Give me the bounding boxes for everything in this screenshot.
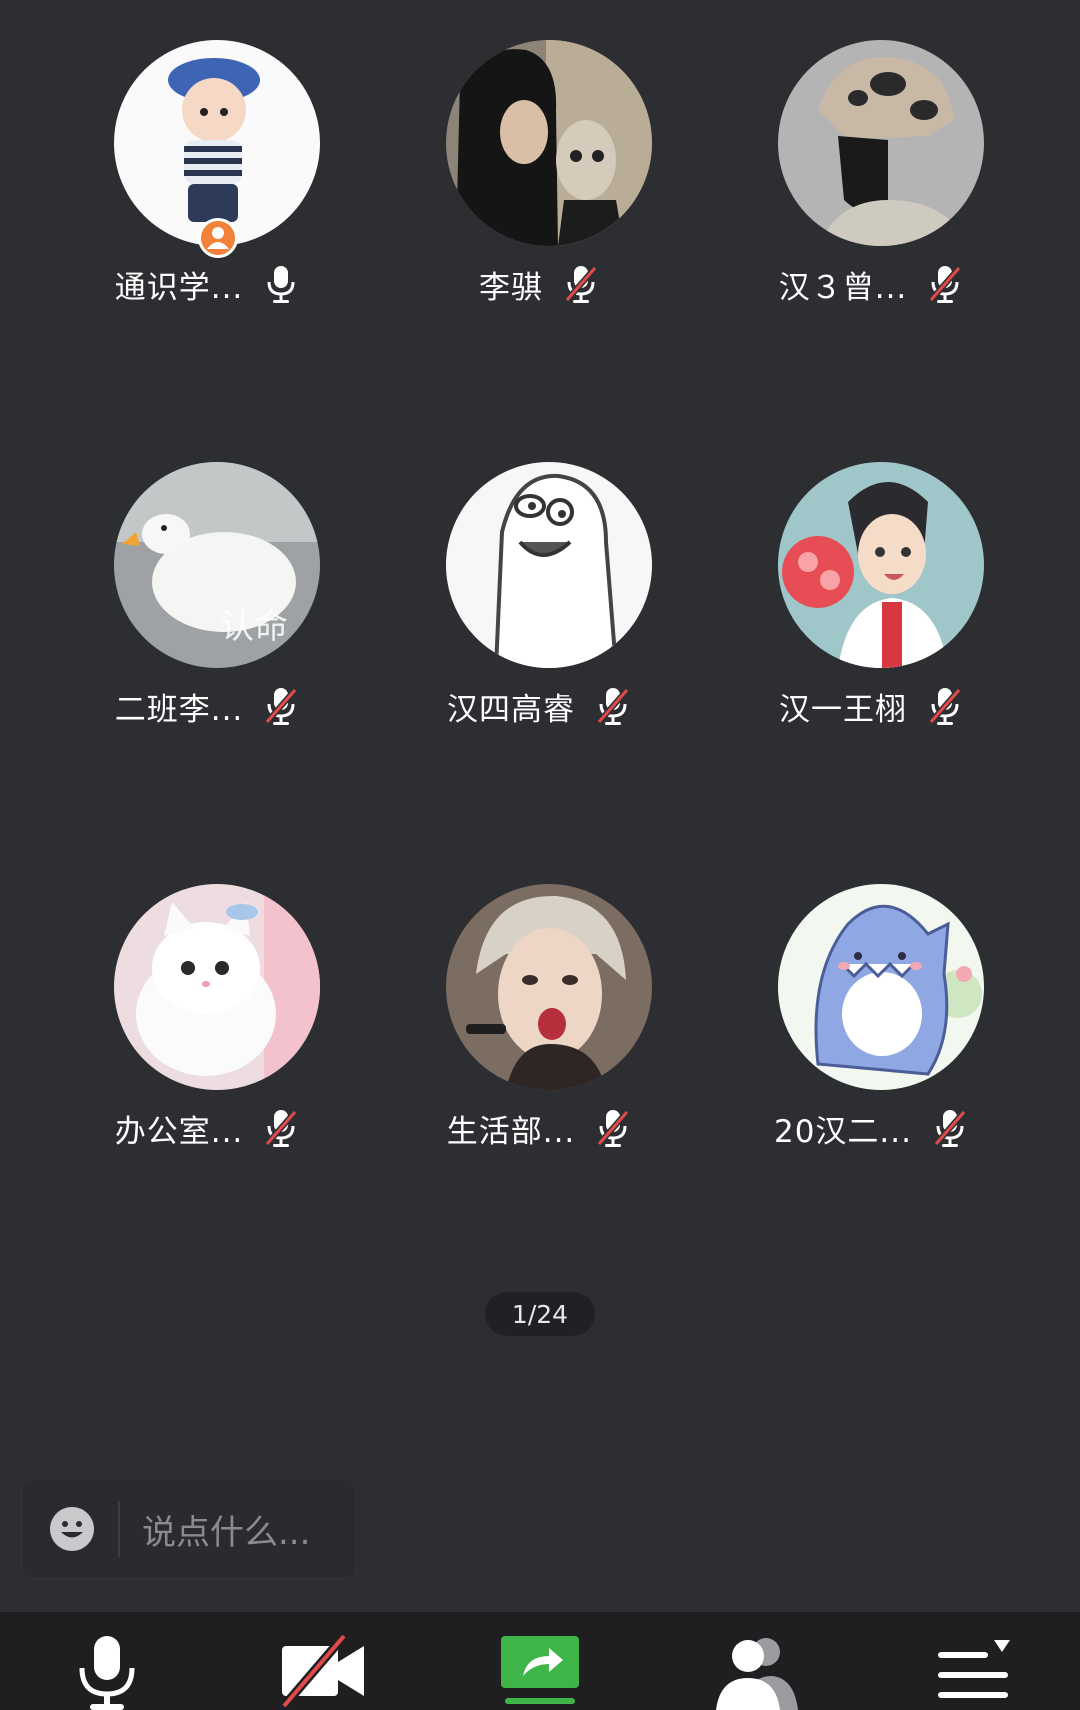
microphone-button[interactable] xyxy=(62,1632,152,1710)
avatar xyxy=(114,40,320,246)
participant-name-row: 李骐 xyxy=(360,258,720,310)
microphone-muted-icon xyxy=(265,1110,298,1147)
host-person-icon xyxy=(207,227,229,249)
microphone-muted-icon xyxy=(564,266,598,303)
anime-boy-avatar xyxy=(778,462,984,668)
more-menu-icon xyxy=(938,1640,1010,1698)
participant-tile[interactable]: 汉四高睿 xyxy=(360,462,720,792)
participant-name-row: 汉３曾... xyxy=(692,258,1052,310)
participant-tile[interactable]: 汉３曾... xyxy=(692,40,1052,370)
participant-name: 办公室... xyxy=(114,1113,244,1150)
chat-placeholder[interactable]: 说点什么... xyxy=(142,1505,310,1554)
chat-divider xyxy=(118,1501,120,1557)
avatar: 认命 xyxy=(114,462,320,668)
participant-name-row: 20汉二... xyxy=(692,1102,1052,1154)
share-screen-icon xyxy=(501,1636,579,1704)
bucket-hat-photo-avatar xyxy=(778,40,984,246)
bottom-toolbar xyxy=(0,1612,1080,1710)
camera-button[interactable] xyxy=(278,1632,368,1710)
blue-shark-cartoon-avatar xyxy=(778,884,984,1090)
cartoon-boy-avatar xyxy=(114,40,320,246)
microphone-muted-icon xyxy=(596,688,630,725)
microphone-on-icon xyxy=(267,266,295,303)
participant-name: 20汉二... xyxy=(773,1113,912,1150)
microphone-muted-icon xyxy=(265,688,298,725)
participant-tile[interactable]: 办公室... xyxy=(28,884,388,1214)
participant-tile[interactable]: 汉一王栩 xyxy=(692,462,1052,792)
avatar xyxy=(446,40,652,246)
microphone-icon xyxy=(79,1636,135,1710)
share-screen-button[interactable] xyxy=(495,1632,585,1710)
sketch-ghost-avatar xyxy=(446,462,652,668)
microphone-muted-icon xyxy=(597,1110,630,1147)
avatar xyxy=(778,40,984,246)
chat-input-box[interactable]: 说点什么... xyxy=(22,1480,356,1578)
host-badge xyxy=(198,218,238,258)
avatar xyxy=(446,884,652,1090)
participant-name: 生活部... xyxy=(446,1113,576,1150)
participant-name-row: 汉四高睿 xyxy=(360,680,720,732)
meeting-screen: 通识学... 李骐 汉３曾... 认命 二班李... 汉四高睿 汉一王栩 办公室… xyxy=(0,0,1080,1710)
emoji-icon[interactable] xyxy=(48,1505,96,1553)
participant-name-row: 办公室... xyxy=(28,1102,388,1154)
more-menu-button[interactable] xyxy=(928,1632,1018,1710)
participant-tile[interactable]: 李骐 xyxy=(360,40,720,370)
microphone-muted-icon xyxy=(933,1110,967,1147)
participant-name: 二班李... xyxy=(114,691,244,728)
avatar xyxy=(778,884,984,1090)
participant-tile[interactable]: 通识学... xyxy=(28,40,388,370)
participant-name: 通识学... xyxy=(114,269,244,306)
participant-tile[interactable]: 认命 二班李... xyxy=(28,462,388,792)
participant-name-row: 生活部... xyxy=(360,1102,720,1154)
microphone-muted-icon xyxy=(928,688,962,725)
participant-name: 李骐 xyxy=(479,269,543,306)
participant-name: 汉一王栩 xyxy=(779,691,907,728)
avatar xyxy=(114,884,320,1090)
avatar-overlay-text: 认命 xyxy=(220,607,288,647)
microphone-muted-icon xyxy=(929,266,962,303)
participant-name: 汉３曾... xyxy=(778,269,908,306)
participants-icon xyxy=(716,1638,798,1710)
participant-name-row: 二班李... xyxy=(28,680,388,732)
participant-tile[interactable]: 20汉二... xyxy=(692,884,1052,1214)
participants-button[interactable] xyxy=(712,1632,802,1710)
avatar xyxy=(446,462,652,668)
avatar xyxy=(778,462,984,668)
camera-off-icon xyxy=(280,1633,364,1709)
white-goose-avatar: 认命 xyxy=(114,462,320,668)
singer-photo-avatar xyxy=(446,884,652,1090)
page-indicator[interactable]: 1/24 xyxy=(485,1292,595,1336)
hooded-boy-photo-avatar xyxy=(446,40,652,246)
white-cat-avatar xyxy=(114,884,320,1090)
participant-name-row: 汉一王栩 xyxy=(692,680,1052,732)
participant-name: 汉四高睿 xyxy=(447,691,575,728)
participant-tile[interactable]: 生活部... xyxy=(360,884,720,1214)
participant-name-row: 通识学... xyxy=(28,258,388,310)
